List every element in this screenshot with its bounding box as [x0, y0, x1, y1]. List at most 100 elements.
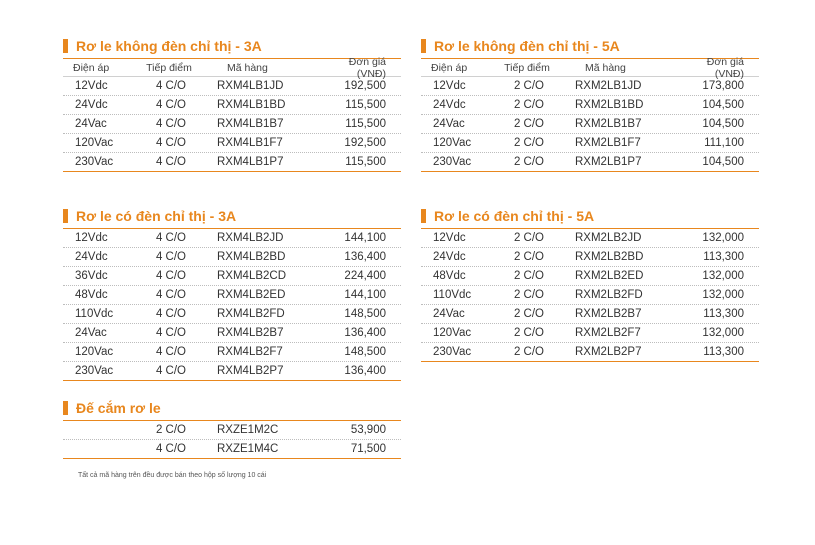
section-relay-light-3a: Rơ le có đèn chỉ thị - 3A 12Vdc 4 C/O RXM4… [63, 206, 401, 381]
cell-code: RXM4LB2CD [217, 270, 287, 282]
cell-price: 136,400 [344, 251, 386, 263]
section-relay-no-light-5a: Rơ le không đèn chỉ thị - 5A Điện áp Tiế… [421, 36, 759, 172]
cell-code: RXM2LB2JD [575, 232, 642, 244]
header-code: Mã hàng [227, 61, 268, 74]
cell-voltage: 12Vdc [75, 232, 108, 244]
cell-voltage: 24Vac [75, 118, 107, 130]
cell-contacts: 2 C/O [513, 327, 545, 339]
cell-price: 224,400 [344, 270, 386, 282]
cell-code: RXM4LB1JD [217, 80, 284, 92]
cell-price: 113,300 [703, 346, 744, 358]
table-row: 230Vac 2 C/O RXM2LB2P7 113,300 [421, 343, 759, 362]
cell-contacts: 4 C/O [155, 80, 187, 92]
footnote: Tất cả mã hàng trên đều được bán theo hộ… [78, 472, 267, 479]
cell-voltage: 110Vdc [75, 308, 114, 320]
cell-code: RXM4LB2P7 [217, 365, 284, 377]
cell-price: 113,300 [703, 251, 744, 263]
cell-voltage: 230Vac [433, 346, 472, 358]
cell-voltage: 24Vdc [75, 251, 108, 263]
table-body: 12Vdc 2 C/O RXM2LB2JD 132,000 24Vdc 2 C/O RXM2… [421, 229, 759, 362]
table-row: 230Vac 4 C/O RXM4LB1P7 115,500 [63, 153, 401, 172]
cell-voltage: 230Vac [75, 156, 114, 168]
table-body: 12Vdc 4 C/O RXM4LB1JD 192,500 24Vdc 4 C/O RXM4… [63, 77, 401, 172]
title-bar-marker [63, 209, 68, 223]
cell-price: 132,000 [702, 289, 744, 301]
table-body: 2 C/O RXZE1M2C 53,900 4 C/O RXZE1M4C 71,500 [63, 421, 401, 459]
section-title: Đế cắm rơ le [63, 398, 401, 421]
table-row: 24Vac 4 C/O RXM4LB1B7 115,500 [63, 115, 401, 134]
header-contacts: Tiếp điểm [504, 61, 550, 74]
cell-price: 53,900 [350, 424, 386, 436]
cell-contacts: 4 C/O [155, 118, 187, 130]
cell-voltage: 120Vac [433, 327, 472, 339]
cell-price: 136,400 [344, 365, 386, 377]
table-row: 12Vdc 2 C/O RXM2LB2JD 132,000 [421, 229, 759, 248]
section-title-text: Rơ le có đèn chỉ thị - 5A [434, 208, 595, 224]
cell-code: RXM4LB1B7 [217, 118, 284, 130]
cell-code: RXZE1M2C [217, 424, 279, 436]
header-price: Đơn giá (VNĐ) [348, 55, 386, 80]
table-row: 110Vdc 4 C/O RXM4LB2FD 148,500 [63, 305, 401, 324]
table-header: Điện áp Tiếp điểm Mã hàng Đơn giá (VNĐ) [63, 55, 401, 80]
cell-code: RXM2LB2P7 [575, 346, 642, 358]
cell-code: RXM4LB2JD [217, 232, 284, 244]
section-title: Rơ le có đèn chỉ thị - 3A [63, 206, 401, 229]
cell-price: 132,000 [702, 327, 744, 339]
table-row: 24Vdc 2 C/O RXM2LB1BD 104,500 [421, 96, 759, 115]
cell-price: 115,500 [345, 99, 386, 111]
title-bar-marker [63, 401, 68, 415]
section-relay-light-5a: Rơ le có đèn chỉ thị - 5A 12Vdc 2 C/O RXM2… [421, 206, 759, 362]
cell-price: 192,500 [344, 80, 386, 92]
section-relay-no-light-3a: Rơ le không đèn chỉ thị - 3A Điện áp Tiế… [63, 36, 401, 172]
header-contacts: Tiếp điểm [146, 61, 192, 74]
cell-voltage: 24Vac [433, 118, 465, 130]
cell-contacts: 2 C/O [513, 251, 545, 263]
cell-voltage: 120Vac [433, 137, 472, 149]
cell-voltage: 24Vac [433, 308, 465, 320]
title-bar-marker [421, 39, 426, 53]
cell-code: RXM4LB1BD [217, 99, 286, 111]
cell-contacts: 4 C/O [155, 251, 187, 263]
cell-code: RXM4LB2B7 [217, 327, 284, 339]
cell-code: RXM2LB2F7 [575, 327, 641, 339]
cell-code: RXM2LB2FD [575, 289, 643, 301]
cell-price: 148,500 [344, 308, 386, 320]
cell-code: RXZE1M4C [217, 443, 279, 455]
cell-contacts: 2 C/O [513, 118, 545, 130]
cell-contacts: 4 C/O [155, 270, 187, 282]
table-row: 4 C/O RXZE1M4C 71,500 [63, 440, 401, 459]
cell-contacts: 2 C/O [513, 308, 545, 320]
cell-voltage: 12Vdc [433, 80, 466, 92]
cell-price: 71,500 [350, 443, 386, 455]
cell-contacts: 2 C/O [155, 424, 187, 436]
table-row: 24Vac 4 C/O RXM4LB2B7 136,400 [63, 324, 401, 343]
cell-code: RXM2LB1BD [575, 99, 644, 111]
cell-voltage: 230Vac [75, 365, 114, 377]
table-row: 230Vac 4 C/O RXM4LB2P7 136,400 [63, 362, 401, 381]
cell-price: 173,800 [702, 80, 744, 92]
cell-price: 192,500 [344, 137, 386, 149]
table-row: 12Vdc 2 C/O RXM2LB1JD 173,800 [421, 77, 759, 96]
cell-voltage: 48Vdc [433, 270, 466, 282]
table-header: Điện áp Tiếp điểm Mã hàng Đơn giá (VNĐ) [421, 56, 759, 80]
table-row: 120Vac 2 C/O RXM2LB1F7 111,100 [421, 134, 759, 153]
cell-voltage: 12Vdc [75, 80, 108, 92]
table-row: 24Vac 2 C/O RXM2LB1B7 104,500 [421, 115, 759, 134]
cell-price: 148,500 [344, 346, 386, 358]
table-row: 120Vac 2 C/O RXM2LB2F7 132,000 [421, 324, 759, 343]
table-row: 36Vdc 4 C/O RXM4LB2CD 224,400 [63, 267, 401, 286]
cell-code: RXM2LB1JD [575, 80, 642, 92]
cell-contacts: 4 C/O [155, 289, 187, 301]
table-row: 12Vdc 4 C/O RXM4LB2JD 144,100 [63, 229, 401, 248]
title-bar-marker [421, 209, 426, 223]
cell-contacts: 4 C/O [155, 365, 187, 377]
table-row: 48Vdc 2 C/O RXM2LB2ED 132,000 [421, 267, 759, 286]
section-title-text: Rơ le có đèn chỉ thị - 3A [76, 208, 237, 224]
cell-price: 132,000 [702, 270, 744, 282]
table-row: 24Vdc 4 C/O RXM4LB2BD 136,400 [63, 248, 401, 267]
cell-contacts: 2 C/O [513, 156, 545, 168]
cell-voltage: 24Vdc [433, 99, 466, 111]
cell-code: RXM4LB1F7 [217, 137, 283, 149]
table-body: 12Vdc 2 C/O RXM2LB1JD 173,800 24Vdc 2 C/O RXM2… [421, 77, 759, 172]
cell-voltage: 120Vac [75, 346, 114, 358]
